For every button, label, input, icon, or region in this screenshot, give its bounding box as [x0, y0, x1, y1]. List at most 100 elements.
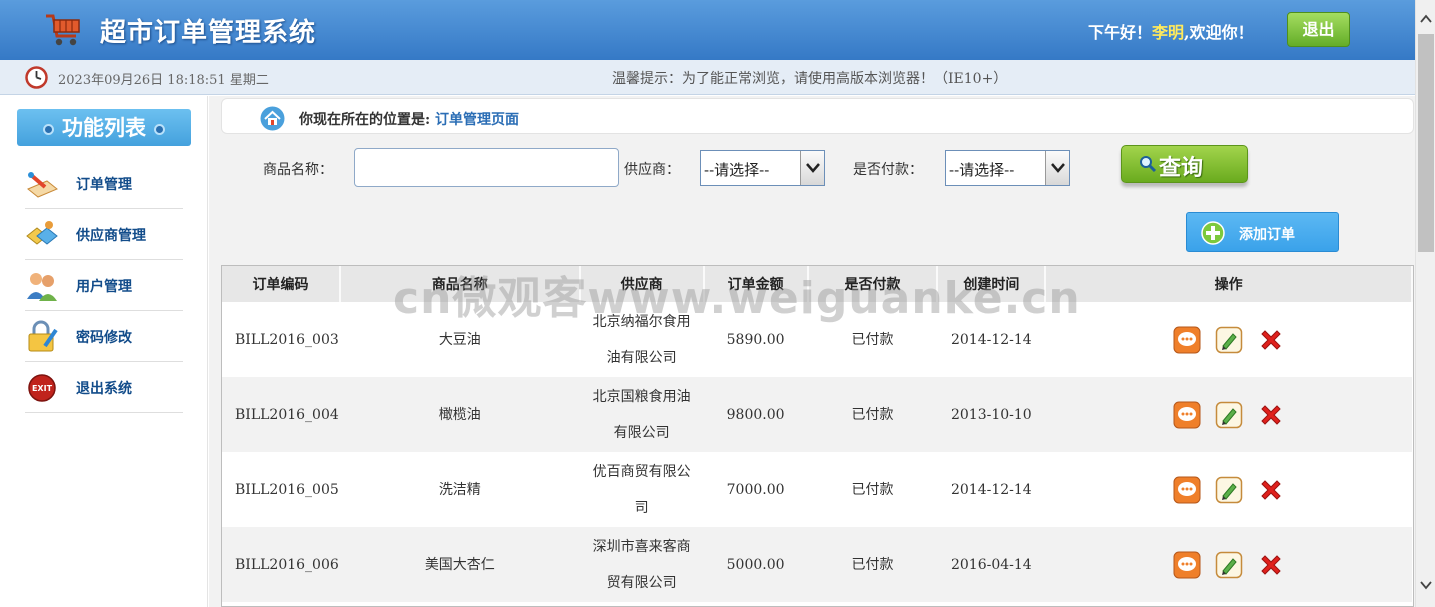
- created-date: 2016-04-14: [950, 556, 1032, 573]
- sidebar-item-label: 用户管理: [76, 279, 132, 295]
- current-datetime: 2023年09月26日 18:18:51 星期二: [58, 73, 269, 88]
- breadcrumb: 你现在所在的位置是: 订单管理页面: [221, 98, 1414, 134]
- vertical-scrollbar[interactable]: [1415, 0, 1435, 607]
- supplier-line: 油有限公司: [606, 349, 677, 366]
- sidebar: 功能列表 订单管理 供应商管理 用户管理 密码修改 EXIT 退出系统: [0, 96, 208, 607]
- order-code: BILL2016_003: [235, 331, 339, 348]
- row-actions: [1045, 302, 1412, 377]
- paid-status-select[interactable]: --请选择--: [945, 150, 1070, 186]
- column-header: 商品名称: [339, 266, 581, 302]
- column-header: 订单编码: [222, 266, 341, 302]
- chevron-down-icon: [1045, 151, 1069, 185]
- users-icon: [27, 273, 57, 301]
- paid-status-label: 是否付款：: [853, 162, 923, 178]
- view-icon[interactable]: [1173, 551, 1201, 579]
- supplier-line: 优百商贸有限公: [592, 463, 691, 480]
- product-name-input[interactable]: [354, 148, 619, 187]
- product-name: 大豆油: [438, 331, 481, 348]
- sidebar-item-label: 退出系统: [76, 381, 132, 397]
- view-icon[interactable]: [1173, 326, 1201, 354]
- shopping-cart-icon: [46, 14, 80, 46]
- product-name: 洗洁精: [438, 481, 481, 498]
- scrollbar-thumb[interactable]: [1418, 34, 1434, 252]
- supplier-icon: [26, 221, 58, 245]
- greeting-prefix: 下午好！: [1088, 23, 1153, 42]
- scroll-down-icon[interactable]: [1419, 578, 1433, 592]
- supplier-line: 北京纳福尔食用: [592, 313, 691, 330]
- plus-icon: [1201, 221, 1225, 245]
- created-date: 2014-12-14: [950, 481, 1032, 498]
- sidebar-item-label: 密码修改: [76, 330, 132, 346]
- supplier-line: 有限公司: [613, 424, 670, 441]
- app-header: 超市订单管理系统 下午好！李明,欢迎你！ 退出: [0, 0, 1415, 60]
- order-code: BILL2016_006: [235, 556, 339, 573]
- paid-status: 已付款: [851, 481, 894, 498]
- scroll-up-icon[interactable]: [1419, 12, 1433, 26]
- table-row: BILL2016_005 洗洁精 优百商贸有限公司 7000.00 已付款 20…: [222, 452, 1412, 527]
- location-prefix: 你现在所在的位置是:: [299, 112, 431, 128]
- column-header: 订单金额: [703, 266, 809, 302]
- orders-table: 订单编码 商品名称 供应商 订单金额 是否付款 创建时间 操作 BILL2016…: [221, 265, 1414, 607]
- logout-button[interactable]: 退出: [1287, 12, 1350, 47]
- app-title: 超市订单管理系统: [100, 18, 317, 48]
- edit-icon[interactable]: [1215, 476, 1243, 504]
- location-text: 你现在所在的位置是: 订单管理页面: [299, 109, 519, 129]
- order-code: BILL2016_004: [235, 406, 339, 423]
- edit-icon[interactable]: [1215, 326, 1243, 354]
- supplier-name: 优百商贸有限公司: [580, 452, 704, 527]
- lock-icon: [28, 320, 58, 352]
- edit-icon[interactable]: [1215, 551, 1243, 579]
- supplier-line: 贸有限公司: [606, 574, 677, 591]
- sidebar-item-orders[interactable]: 订单管理: [25, 158, 183, 209]
- paid-status: 已付款: [851, 556, 894, 573]
- query-button[interactable]: 查询: [1121, 145, 1248, 183]
- view-icon[interactable]: [1173, 401, 1201, 429]
- column-header: 创建时间: [937, 266, 1047, 302]
- add-order-button[interactable]: 添加订单: [1186, 212, 1339, 252]
- row-actions: [1045, 527, 1412, 602]
- supplier-name: 深圳市喜来客商 贸有限公司: [580, 527, 704, 602]
- row-actions: [1045, 452, 1412, 527]
- product-name: 橄榄油: [438, 406, 481, 423]
- created-date: 2014-12-14: [950, 331, 1032, 348]
- paid-status-select-value: --请选择--: [949, 161, 1015, 179]
- status-bar: 2023年09月26日 18:18:51 星期二 温馨提示：为了能正常浏览，请使…: [0, 60, 1415, 95]
- delete-icon[interactable]: [1257, 401, 1285, 429]
- sidebar-item-suppliers[interactable]: 供应商管理: [25, 209, 183, 260]
- home-icon: [260, 106, 285, 131]
- user-greeting: 下午好！李明,欢迎你！: [1088, 19, 1254, 43]
- view-icon[interactable]: [1173, 476, 1201, 504]
- delete-icon[interactable]: [1257, 326, 1285, 354]
- sidebar-menu: 订单管理 供应商管理 用户管理 密码修改 EXIT 退出系统: [25, 158, 183, 413]
- column-header: 操作: [1045, 266, 1413, 302]
- add-order-label: 添加订单: [1239, 227, 1295, 243]
- product-name: 美国大杏仁: [424, 556, 495, 573]
- supplier-line: 北京国粮食用油: [592, 388, 691, 405]
- edit-icon[interactable]: [1215, 401, 1243, 429]
- table-row: BILL2016_006 美国大杏仁 深圳市喜来客商 贸有限公司 5000.00 …: [222, 527, 1412, 602]
- function-list-label: 功能列表: [62, 115, 146, 140]
- sidebar-item-exit[interactable]: EXIT 退出系统: [25, 362, 183, 413]
- sidebar-item-users[interactable]: 用户管理: [25, 260, 183, 311]
- bullet-icon: [43, 124, 54, 135]
- supplier-label: 供应商：: [624, 162, 680, 178]
- column-header: 是否付款: [807, 266, 939, 302]
- table-row: BILL2016_004 橄榄油 北京国粮食用油 有限公司 9800.00 已付款…: [222, 377, 1412, 452]
- sidebar-item-password[interactable]: 密码修改: [25, 311, 183, 362]
- user-name: 李明: [1152, 23, 1185, 42]
- search-bar: 商品名称： 供应商： --请选择-- 是否付款： --请选择-- 查询: [221, 136, 1414, 198]
- delete-icon[interactable]: [1257, 476, 1285, 504]
- function-list-title: 功能列表: [17, 109, 191, 146]
- chevron-down-icon: [800, 151, 824, 185]
- order-amount: 7000.00: [726, 481, 785, 498]
- greeting-suffix: ,欢迎你！: [1184, 23, 1254, 42]
- svg-text:EXIT: EXIT: [32, 384, 53, 393]
- supplier-select-value: --请选择--: [704, 161, 770, 179]
- order-amount: 5000.00: [726, 556, 785, 573]
- browser-tip: 温馨提示：为了能正常浏览，请使用高版本浏览器！（IE10+）: [612, 71, 1008, 87]
- exit-icon: EXIT: [28, 374, 56, 402]
- supplier-name: 北京纳福尔食用 油有限公司: [580, 302, 704, 377]
- supplier-name: 北京国粮食用油 有限公司: [580, 377, 704, 452]
- supplier-select[interactable]: --请选择--: [700, 150, 825, 186]
- delete-icon[interactable]: [1257, 551, 1285, 579]
